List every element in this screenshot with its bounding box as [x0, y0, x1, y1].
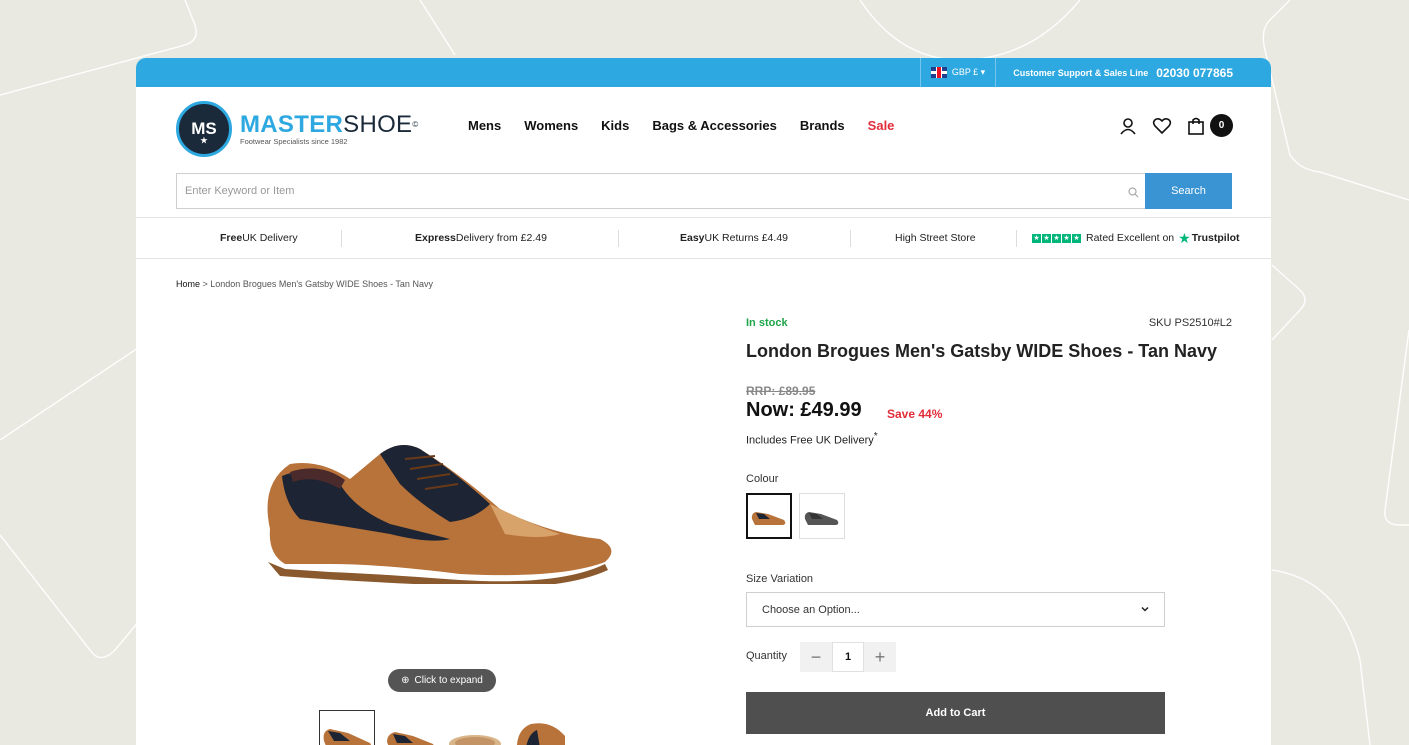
customer-support: Customer Support & Sales Line 02030 0778…: [1013, 58, 1233, 87]
save-badge: Save 44%: [887, 407, 943, 421]
nav-brands[interactable]: Brands: [800, 118, 845, 133]
trustpilot-stars-icon: ★ ★ ★ ★ ★: [1032, 233, 1081, 243]
usp-free-bold: Free: [220, 232, 243, 244]
account-icon[interactable]: [1118, 116, 1138, 136]
trustpilot-wordmark: Trustpilot: [1191, 232, 1240, 244]
support-label: Customer Support & Sales Line: [1013, 67, 1149, 78]
usp-returns-bold: Easy: [680, 232, 705, 244]
now-price: Now: £49.99: [746, 399, 862, 421]
usp-divider: [1016, 230, 1017, 247]
thumbnail-4[interactable]: [511, 710, 567, 745]
usp-high-street-store[interactable]: High Street Store: [895, 218, 976, 258]
breadcrumb-current: London Brogues Men's Gatsby WIDE Shoes -…: [210, 279, 433, 289]
quantity-decrease-button[interactable]: −: [800, 642, 832, 672]
trustpilot-star-icon: ★: [1178, 229, 1191, 246]
star-icon: ★: [200, 136, 208, 145]
cart-bag-icon[interactable]: [1186, 116, 1206, 136]
logo-tagline: Footwear Specialists since 1982: [240, 136, 348, 146]
cart-count-badge[interactable]: 0: [1210, 114, 1233, 137]
logo-text: MASTERSHOE© Footwear Specialists since 1…: [240, 110, 419, 146]
support-phone[interactable]: 02030 077865: [1156, 66, 1233, 80]
search-input[interactable]: Enter Keyword or Item: [176, 173, 1145, 209]
logo-name-shoe: SHOE: [343, 110, 413, 138]
colour-swatch-tan-navy[interactable]: [746, 493, 792, 539]
logo-badge: MS ★: [176, 101, 232, 157]
stock-status: In stock: [746, 317, 788, 329]
size-select-value: Choose an Option...: [762, 603, 860, 616]
nav-kids[interactable]: Kids: [601, 118, 629, 133]
quantity-label: Quantity: [746, 650, 787, 662]
search-bar: Enter Keyword or Item Search: [176, 173, 1232, 209]
main-navigation: Mens Womens Kids Bags & Accessories Bran…: [468, 118, 917, 133]
logo-name-master: MASTER: [240, 110, 344, 138]
colour-swatch-grey[interactable]: [799, 493, 845, 539]
delivery-asterisk: *: [873, 431, 878, 442]
add-to-cart-button[interactable]: Add to Cart: [746, 692, 1165, 734]
site-header: MS ★ MASTERSHOE© Footwear Specialists si…: [136, 87, 1271, 165]
usp-rated-text: Rated Excellent on: [1086, 232, 1175, 244]
size-variation-select[interactable]: Choose an Option...: [746, 592, 1165, 627]
product-sku: SKU PS2510#L2: [1148, 317, 1232, 329]
breadcrumb-home[interactable]: Home: [176, 279, 200, 289]
currency-selector[interactable]: GBP £ ▾: [920, 58, 996, 87]
search-button[interactable]: Search: [1145, 173, 1232, 209]
thumbnail-strip: [319, 710, 567, 745]
size-variation-label: Size Variation: [746, 573, 814, 585]
usp-trustpilot[interactable]: ★ ★ ★ ★ ★ Rated Excellent on ★ Trustpilot: [1032, 218, 1240, 258]
usp-divider: [618, 230, 619, 247]
uk-flag-icon: [930, 67, 947, 78]
click-to-expand-label: Click to expand: [414, 675, 483, 686]
logo-registered-mark: ©: [412, 119, 419, 129]
colour-swatches: [746, 493, 845, 539]
usp-express-bold: Express: [415, 232, 456, 244]
nav-mens[interactable]: Mens: [468, 118, 501, 133]
usp-returns-text: UK Returns £4.49: [704, 232, 788, 244]
search-magnifier-icon: [1128, 185, 1139, 203]
nav-sale[interactable]: Sale: [868, 118, 895, 133]
product-main-image[interactable]: [260, 414, 620, 584]
nav-womens[interactable]: Womens: [524, 118, 578, 133]
nav-bags-accessories[interactable]: Bags & Accessories: [652, 118, 777, 133]
usp-bar: Free UK Delivery Express Delivery from £…: [136, 217, 1271, 259]
quantity-stepper: − 1 +: [800, 642, 896, 672]
colour-label: Colour: [746, 473, 779, 485]
product-title: London Brogues Men's Gatsby WIDE Shoes -…: [746, 341, 1218, 361]
top-bar: GBP £ ▾ Customer Support & Sales Line 02…: [136, 58, 1271, 87]
usp-free-delivery[interactable]: Free UK Delivery: [220, 218, 298, 258]
site-logo[interactable]: MS ★ MASTERSHOE© Footwear Specialists si…: [176, 101, 419, 157]
usp-divider: [341, 230, 342, 247]
thumbnail-2[interactable]: [383, 710, 439, 745]
quantity-increase-button[interactable]: +: [864, 642, 896, 672]
click-to-expand-button[interactable]: ⊕ Click to expand: [388, 669, 496, 692]
breadcrumb-separator: >: [200, 279, 211, 289]
thumbnail-3[interactable]: [447, 710, 503, 745]
product-gallery: ⊕ Click to expand: [136, 298, 746, 745]
usp-divider: [850, 230, 851, 247]
usp-express-text: Delivery from £2.49: [455, 232, 547, 244]
delivery-note: Includes Free UK Delivery*: [746, 431, 878, 447]
zoom-plus-icon: ⊕: [401, 675, 410, 686]
usp-free-text: UK Delivery: [242, 232, 298, 244]
delivery-note-text: Includes Free UK Delivery: [746, 434, 874, 447]
wishlist-heart-icon[interactable]: [1152, 116, 1172, 136]
website-frame: GBP £ ▾ Customer Support & Sales Line 02…: [136, 58, 1271, 745]
usp-express-delivery[interactable]: Express Delivery from £2.49: [415, 218, 547, 258]
currency-label: GBP £ ▾: [951, 67, 986, 77]
thumbnail-1[interactable]: [319, 710, 375, 745]
chevron-down-icon: [1140, 604, 1150, 617]
quantity-input[interactable]: 1: [832, 642, 864, 672]
header-icons: 0: [1118, 114, 1233, 137]
usp-easy-returns[interactable]: Easy UK Returns £4.49: [680, 218, 788, 258]
rrp-price: RRP: £89.95: [746, 384, 816, 398]
breadcrumb: Home > London Brogues Men's Gatsby WIDE …: [176, 279, 433, 289]
